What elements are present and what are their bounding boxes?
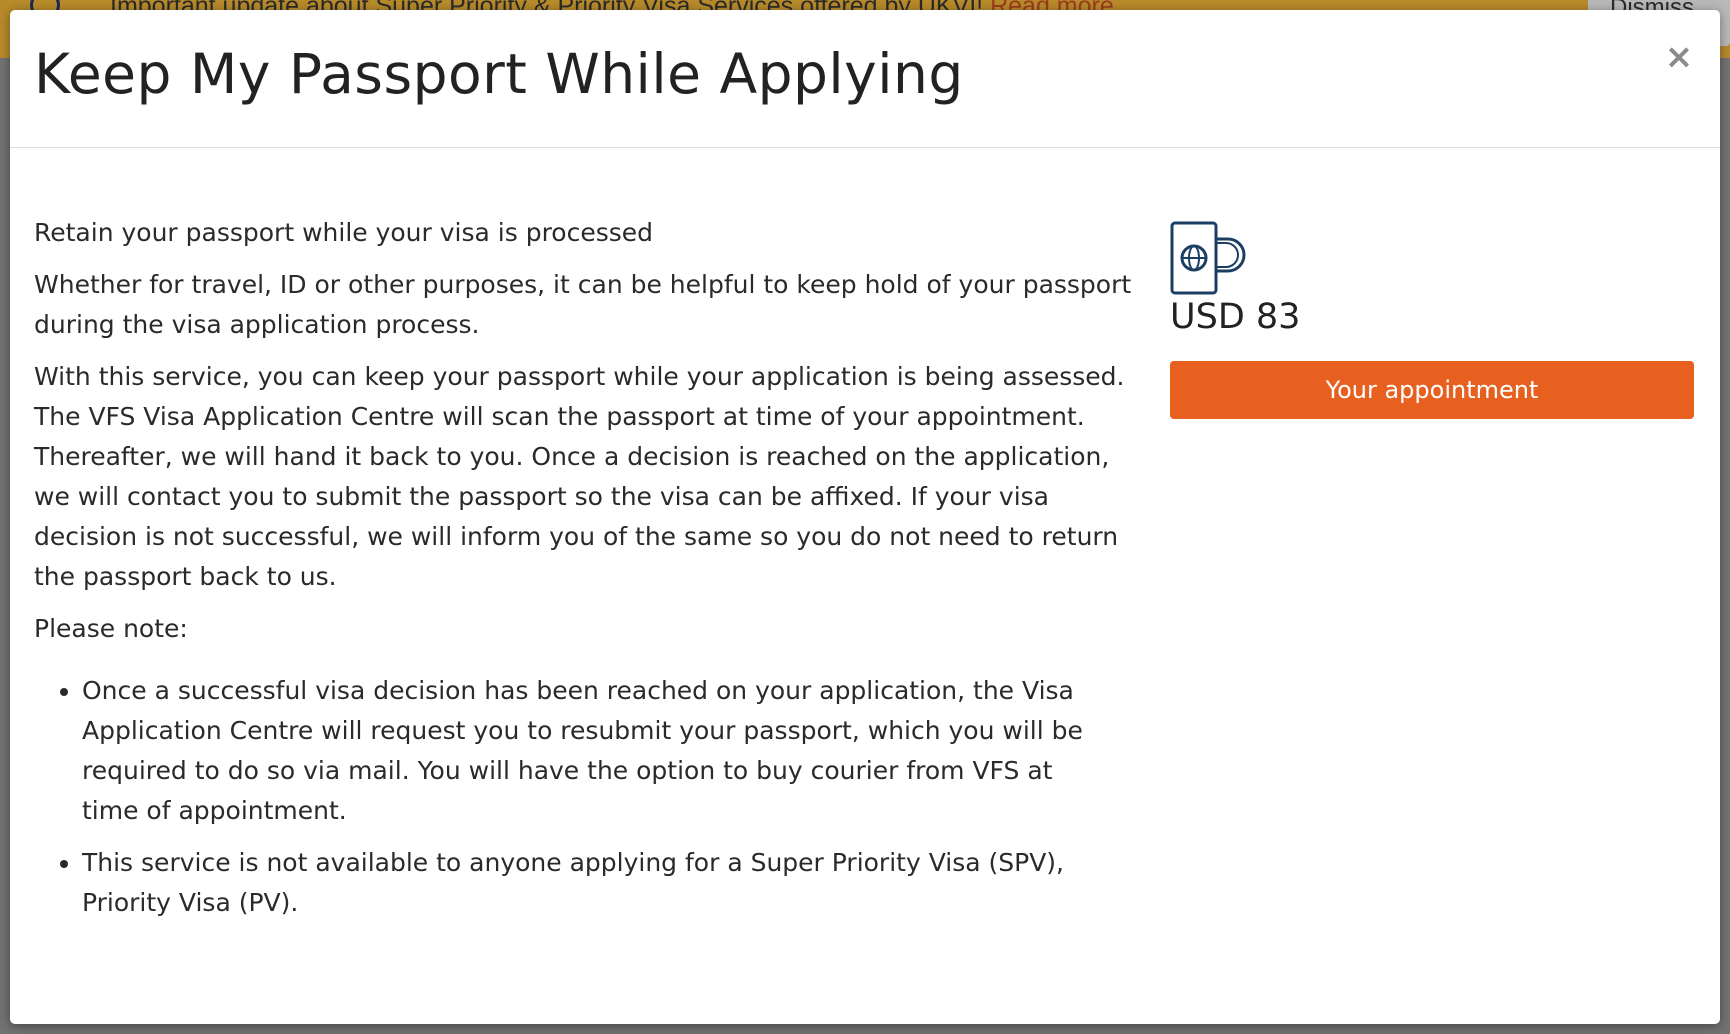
close-button[interactable]: × (1664, 40, 1694, 74)
description-details: With this service, you can keep your pas… (34, 362, 1125, 591)
service-summary: USD 83 Your appointment (1170, 221, 1694, 419)
list-item: Once a successful visa decision has been… (82, 671, 1134, 831)
service-modal: Keep My Passport While Applying × Retain… (10, 10, 1720, 1024)
your-appointment-button[interactable]: Your appointment (1170, 361, 1694, 419)
passport-icon (1170, 221, 1246, 295)
notes-list: Once a successful visa decision has been… (34, 671, 1134, 923)
service-price: USD 83 (1170, 297, 1301, 337)
modal-header: Keep My Passport While Applying × (10, 10, 1720, 148)
list-item: This service is not available to anyone … (82, 843, 1134, 923)
modal-body: Retain your passport while your visa is … (10, 148, 1720, 1024)
modal-title: Keep My Passport While Applying (34, 42, 964, 106)
description-purpose: Whether for travel, ID or other purposes… (34, 270, 1132, 339)
description-intro: Retain your passport while your visa is … (34, 218, 654, 247)
service-description: Retain your passport while your visa is … (34, 213, 1134, 935)
please-note-label: Please note: (34, 614, 188, 643)
